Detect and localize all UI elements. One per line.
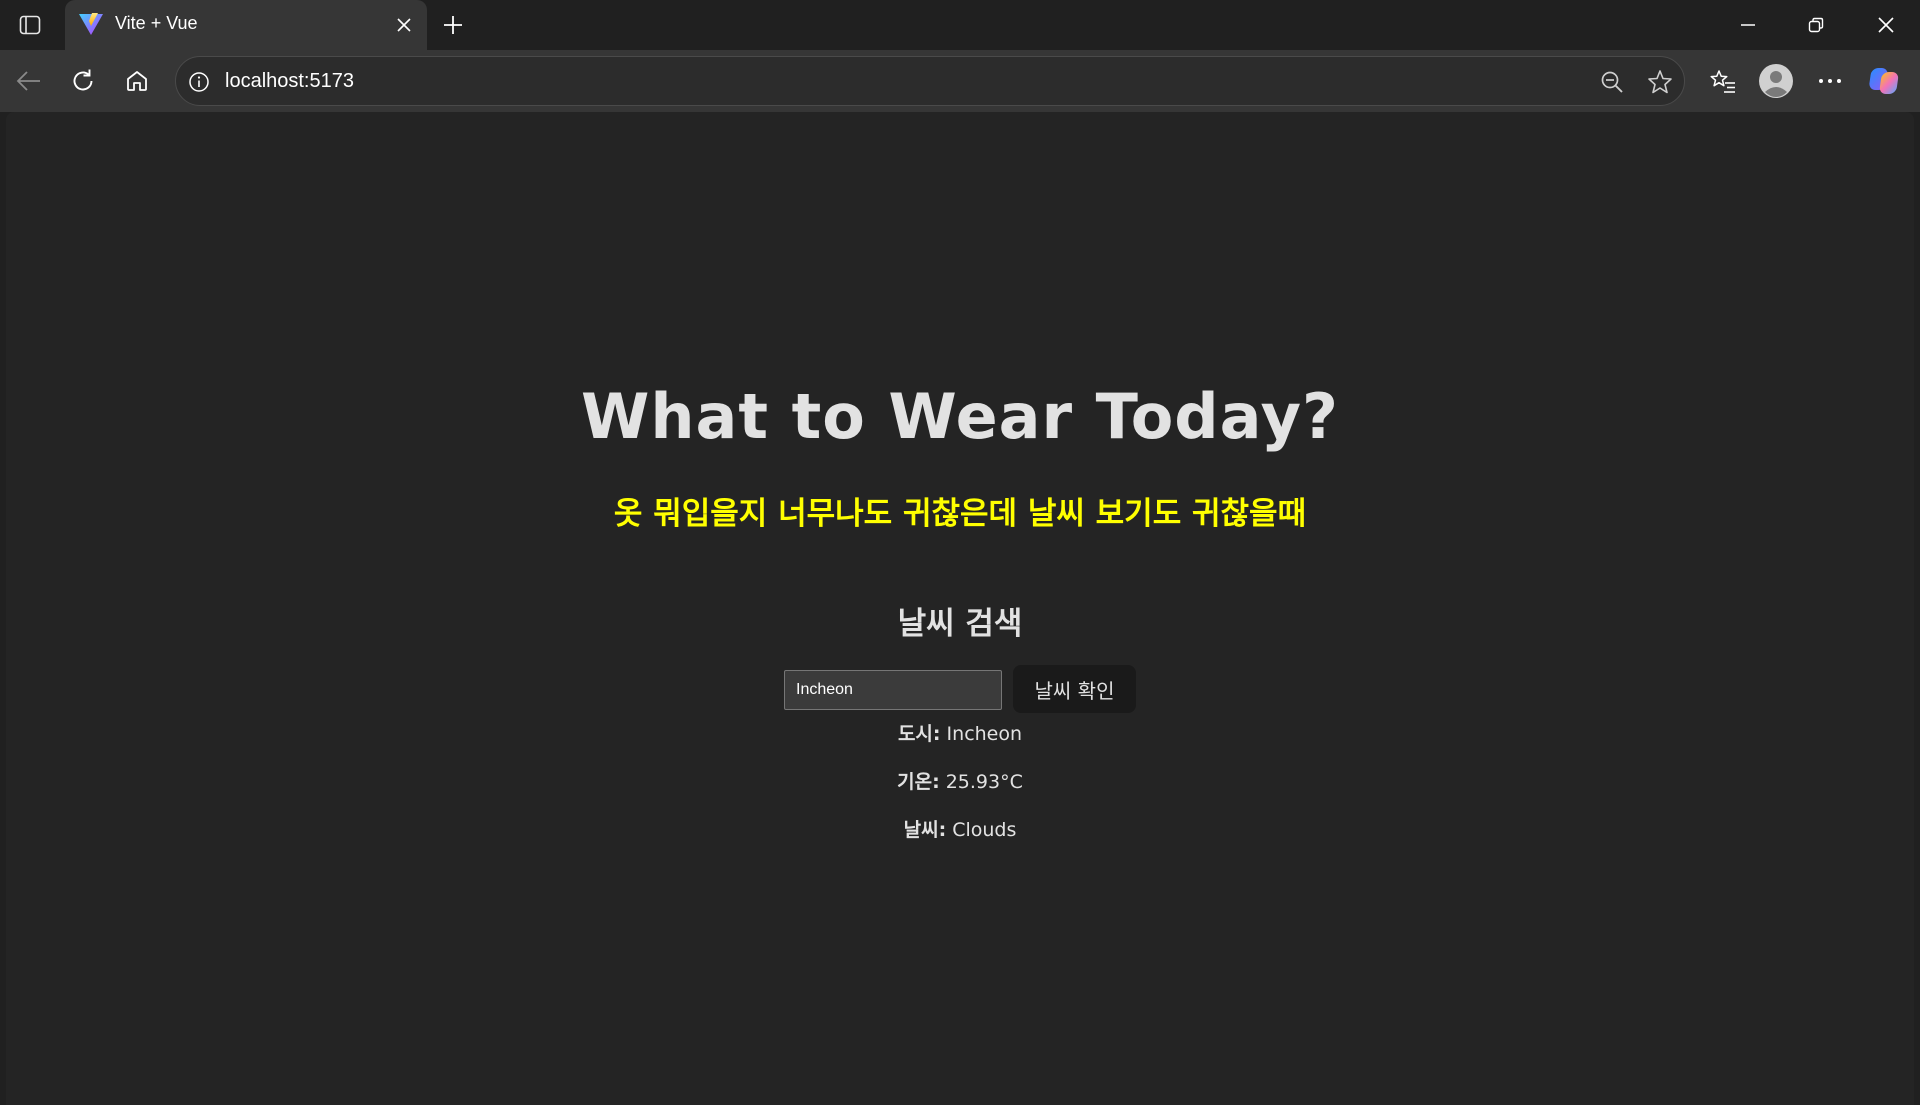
home-icon[interactable] bbox=[117, 61, 157, 101]
close-window-icon[interactable] bbox=[1852, 0, 1920, 50]
weather-result: 날씨: Clouds bbox=[6, 815, 1914, 842]
temperature-label: 기온: bbox=[897, 771, 940, 793]
restore-icon[interactable] bbox=[1782, 0, 1850, 50]
browser-toolbar: localhost:5173 bbox=[0, 50, 1920, 112]
browser-window: Vite + Vue localhost:5173 What to Wear T… bbox=[0, 0, 1920, 1105]
weather-value: Clouds bbox=[952, 819, 1017, 841]
tab-actions-icon[interactable] bbox=[12, 9, 48, 41]
copilot-icon[interactable] bbox=[1866, 61, 1906, 101]
new-tab-icon[interactable] bbox=[436, 9, 470, 41]
search-heading: 날씨 검색 bbox=[897, 606, 1023, 642]
page-title: What to Wear Today? bbox=[581, 380, 1339, 453]
url-text[interactable]: localhost:5173 bbox=[225, 70, 354, 93]
back-arrow-icon[interactable] bbox=[9, 61, 49, 101]
city-value: Incheon bbox=[946, 723, 1023, 745]
more-options-icon[interactable] bbox=[1810, 61, 1850, 101]
refresh-icon[interactable] bbox=[63, 61, 103, 101]
page-viewport: What to Wear Today? 옷 뭐입을지 너무나도 귀찮은데 날씨 … bbox=[6, 112, 1914, 1105]
vite-logo-icon bbox=[78, 12, 104, 36]
info-icon[interactable] bbox=[186, 69, 212, 95]
tab-strip: Vite + Vue bbox=[0, 0, 1920, 50]
temperature-value: 25.93°C bbox=[945, 771, 1023, 793]
address-bar[interactable]: localhost:5173 bbox=[175, 56, 1685, 106]
check-weather-button[interactable]: 날씨 확인 bbox=[1013, 665, 1136, 713]
city-search-input[interactable] bbox=[784, 670, 1002, 710]
city-label: 도시: bbox=[897, 723, 941, 745]
tab-active[interactable]: Vite + Vue bbox=[65, 0, 427, 50]
tab-title: Vite + Vue bbox=[115, 13, 198, 33]
favorites-list-icon[interactable] bbox=[1703, 61, 1743, 101]
weather-label: 날씨: bbox=[903, 819, 947, 841]
minimize-icon[interactable] bbox=[1714, 0, 1782, 50]
zoom-out-icon[interactable] bbox=[1598, 68, 1626, 96]
city-result: 도시: Incheon bbox=[6, 719, 1914, 746]
temperature-result: 기온: 25.93°C bbox=[6, 767, 1914, 794]
profile-avatar-icon[interactable] bbox=[1756, 61, 1796, 101]
app-content: What to Wear Today? 옷 뭐입을지 너무나도 귀찮은데 날씨 … bbox=[6, 112, 1914, 1105]
page-subtitle: 옷 뭐입을지 너무나도 귀찮은데 날씨 보기도 귀찮을때 bbox=[613, 496, 1307, 532]
close-tab-icon[interactable] bbox=[391, 12, 417, 38]
favorite-star-icon[interactable] bbox=[1646, 68, 1674, 96]
